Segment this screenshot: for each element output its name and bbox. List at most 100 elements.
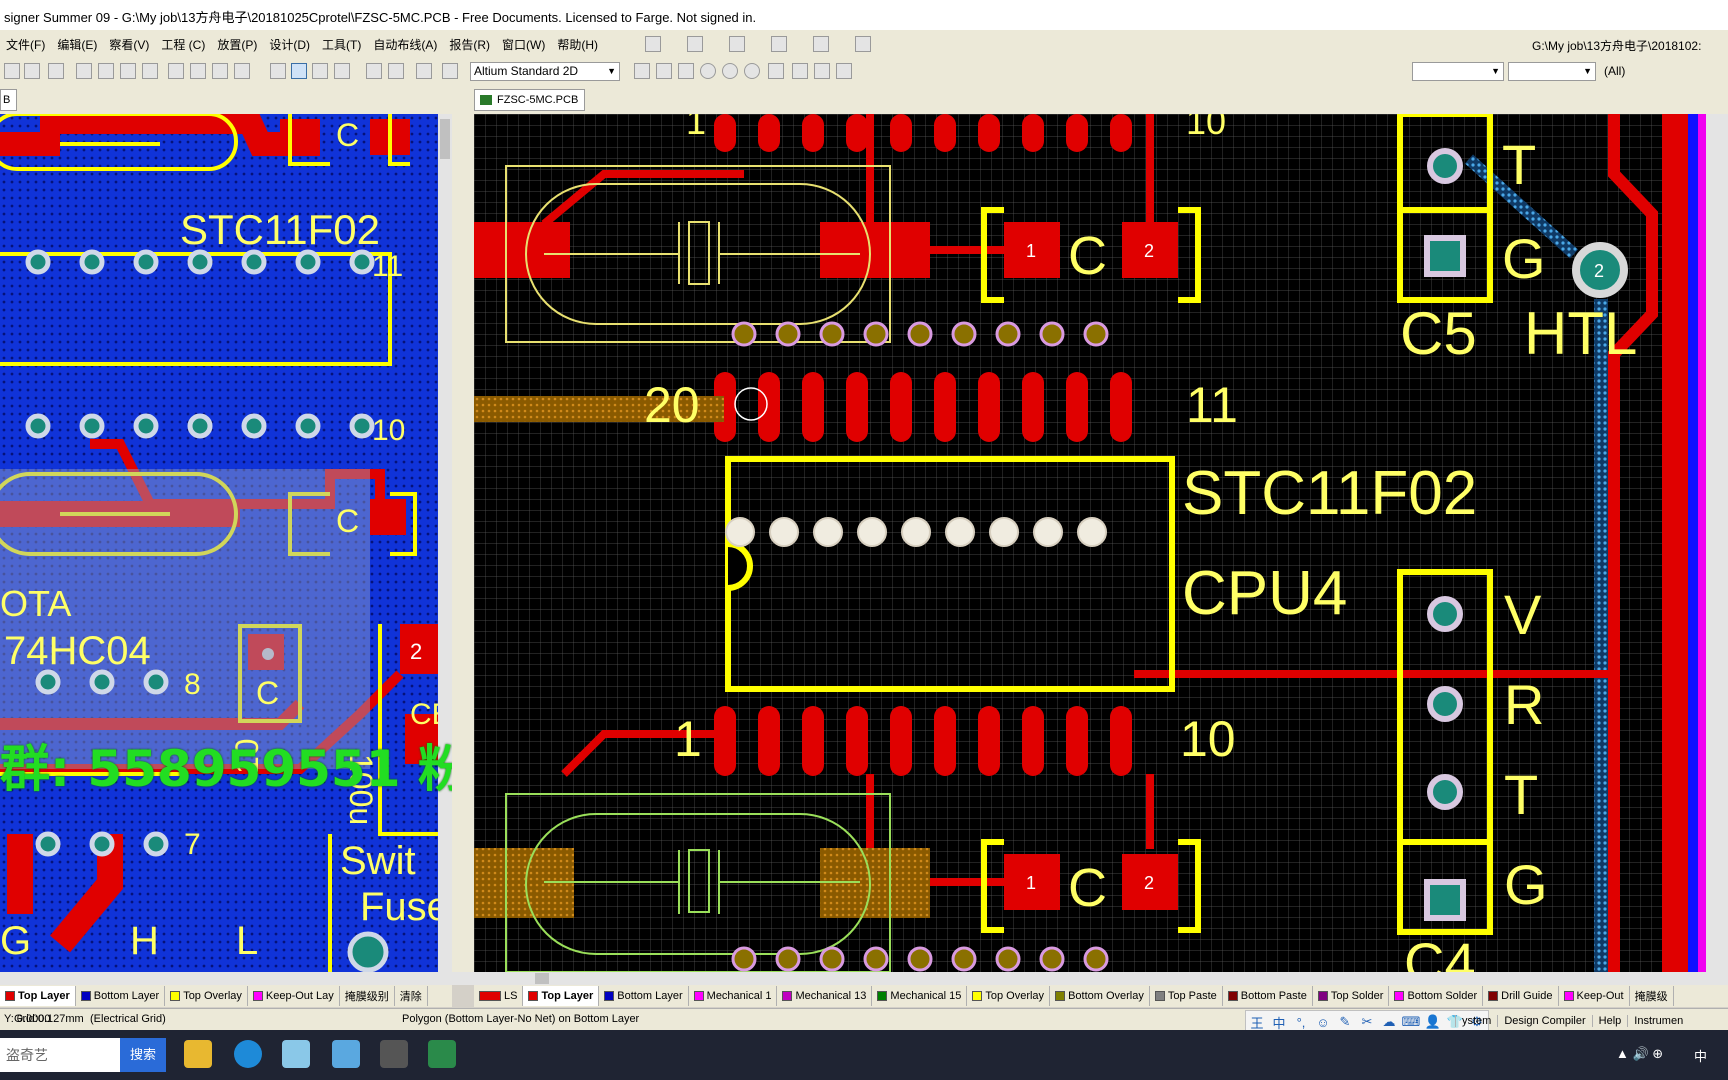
room-icon[interactable] (813, 36, 829, 52)
arc-icon[interactable] (744, 63, 760, 79)
redo-icon[interactable] (388, 63, 404, 79)
menu-item-10[interactable]: 帮助(H) (551, 36, 604, 53)
ime-icon-5[interactable]: ✂ (1356, 1014, 1378, 1030)
layer-tab-bottom-solder[interactable]: Bottom Solder (1389, 986, 1484, 1006)
copy-icon[interactable] (190, 63, 206, 79)
net-filter-select[interactable]: ▼ (1412, 62, 1504, 81)
ime-icon-7[interactable]: ⌨ (1400, 1014, 1422, 1030)
altium-icon[interactable] (428, 1040, 456, 1068)
layer-tab-drill-guide[interactable]: Drill Guide (1483, 986, 1559, 1006)
polygon-icon[interactable] (792, 63, 808, 79)
rubber-stamp-icon[interactable] (234, 63, 250, 79)
via-icon[interactable] (722, 63, 738, 79)
tray-icons[interactable]: ▲ 🔊 ⊕ (1616, 1046, 1663, 1062)
interactive-route-icon[interactable] (656, 63, 672, 79)
zoom-area-icon[interactable] (98, 63, 114, 79)
layer-tab-bottom-overlay[interactable]: Bottom Overlay (1050, 986, 1150, 1006)
layer-tab-mechanical-1[interactable]: Mechanical 1 (689, 986, 778, 1006)
app-icon-3[interactable] (380, 1040, 408, 1068)
menu-item-2[interactable]: 察看(V) (103, 36, 155, 53)
grid-icon[interactable] (855, 36, 871, 52)
layer-tab-bottom-layer[interactable]: Bottom Layer (76, 986, 166, 1006)
menu-item-9[interactable]: 窗口(W) (496, 36, 551, 53)
menu-item-5[interactable]: 设计(D) (263, 36, 316, 53)
align-icon[interactable] (687, 36, 703, 52)
diff-pair-icon[interactable] (678, 63, 694, 79)
menu-item-1[interactable]: 编辑(E) (51, 36, 103, 53)
tab-left-doc[interactable]: B (0, 89, 18, 111)
mask-control-1[interactable]: 清除 (395, 986, 428, 1006)
folder-icon[interactable] (184, 1040, 212, 1068)
pad-icon[interactable] (700, 63, 716, 79)
undo-icon[interactable] (366, 63, 382, 79)
highlight-icon[interactable] (416, 63, 432, 79)
app-icon-1[interactable] (282, 1040, 310, 1068)
print-preview-icon[interactable] (24, 63, 40, 79)
ime-icon-3[interactable]: ☺ (1312, 1015, 1334, 1030)
zoom-filter-icon[interactable] (142, 63, 158, 79)
pcb-canvas-left[interactable]: STC11F02 11 10 C C C OTA 74HC04 8 7 CE 2… (0, 114, 452, 972)
ime-icon-1[interactable]: 中 (1268, 1013, 1290, 1032)
open-icon[interactable] (4, 63, 20, 79)
panel-tab-2[interactable]: Help (1591, 1015, 1628, 1027)
panel-tab-1[interactable]: Design Compiler (1497, 1015, 1591, 1027)
panel-tab-0[interactable]: ystem (1455, 1015, 1497, 1027)
layer-tab-mechanical-13[interactable]: Mechanical 13 (777, 986, 873, 1006)
menu-item-4[interactable]: 放置(P) (211, 36, 263, 53)
move-icon[interactable] (291, 63, 307, 79)
layer-tab-top-overlay[interactable]: Top Overlay (165, 986, 248, 1006)
layer-tab-top-layer[interactable]: Top Layer (523, 986, 600, 1006)
zoom-fit-icon[interactable] (76, 63, 92, 79)
fill-icon[interactable] (768, 63, 784, 79)
class-filter-select[interactable]: ▼ (1508, 62, 1596, 81)
panel-tab-3[interactable]: Instrumen (1627, 1015, 1689, 1027)
layer-tab-keep-out[interactable]: Keep-Out (1559, 986, 1630, 1006)
horizontal-scrollbar[interactable] (0, 972, 1728, 985)
edge-icon[interactable] (234, 1040, 262, 1068)
zoom-select-icon[interactable] (120, 63, 136, 79)
menu-item-7[interactable]: 自动布线(A) (367, 36, 443, 53)
mask-control-right-0[interactable]: 掩膜级 (1630, 986, 1674, 1006)
layer-tab-bottom-paste[interactable]: Bottom Paste (1223, 986, 1313, 1006)
ime-icon-6[interactable]: ☁ (1378, 1014, 1400, 1030)
layer-tab-bottom-layer[interactable]: Bottom Layer (599, 986, 689, 1006)
clear-icon[interactable] (334, 63, 350, 79)
cut-icon[interactable] (168, 63, 184, 79)
chart-icon[interactable] (645, 36, 661, 52)
browse-icon[interactable] (442, 63, 458, 79)
layer-tab-keep-out-lay[interactable]: Keep-Out Lay (248, 986, 340, 1006)
split-divider[interactable] (452, 114, 474, 972)
scroll-thumb[interactable] (535, 973, 549, 984)
menu-item-3[interactable]: 工程 (C) (155, 36, 211, 53)
ime-icon-0[interactable]: 王 (1246, 1013, 1268, 1032)
layer-tab-top-paste[interactable]: Top Paste (1150, 986, 1223, 1006)
current-layer-indicator[interactable]: LS (474, 986, 524, 1006)
layer-tab-top-layer[interactable]: Top Layer (0, 986, 76, 1006)
layers-icon[interactable] (48, 63, 64, 79)
ime-icon-2[interactable]: °, (1290, 1015, 1312, 1030)
layer-tab-top-solder[interactable]: Top Solder (1313, 986, 1390, 1006)
layer-tab-mechanical-15[interactable]: Mechanical 15 (872, 986, 968, 1006)
view-mode-select[interactable]: Altium Standard 2D ▼ (470, 62, 620, 81)
ime-icon-4[interactable]: ✎ (1334, 1014, 1356, 1030)
tab-fzsc-pcb[interactable]: FZSC-5MC.PCB (474, 89, 586, 111)
ime-icon-8[interactable]: 👤 (1422, 1014, 1444, 1030)
mask-control-0[interactable]: 掩膜级别 (340, 986, 395, 1006)
pcb-view-right[interactable]: 1 10 20 11 STC11F02 CPU4 1 10 C C T G C5… (474, 114, 1728, 972)
pcb-canvas-right[interactable]: 1 10 20 11 STC11F02 CPU4 1 10 C C T G C5… (474, 114, 1728, 972)
find-icon[interactable] (729, 36, 745, 52)
layer-tab-top-overlay[interactable]: Top Overlay (967, 986, 1051, 1006)
paste-icon[interactable] (212, 63, 228, 79)
taskbar-search-button[interactable]: 搜索 (120, 1038, 166, 1072)
menu-item-6[interactable]: 工具(T) (316, 36, 367, 53)
app-icon-2[interactable] (332, 1040, 360, 1068)
deselect-icon[interactable] (312, 63, 328, 79)
component-icon[interactable] (836, 63, 852, 79)
route-icon[interactable] (634, 63, 650, 79)
string-icon[interactable] (814, 63, 830, 79)
select-rect-icon[interactable] (270, 63, 286, 79)
menu-item-0[interactable]: 文件(F) (0, 36, 51, 53)
tray-ime-indicator[interactable]: 中 (1694, 1046, 1707, 1065)
align-right-icon[interactable] (771, 36, 787, 52)
menu-item-8[interactable]: 报告(R) (443, 36, 496, 53)
